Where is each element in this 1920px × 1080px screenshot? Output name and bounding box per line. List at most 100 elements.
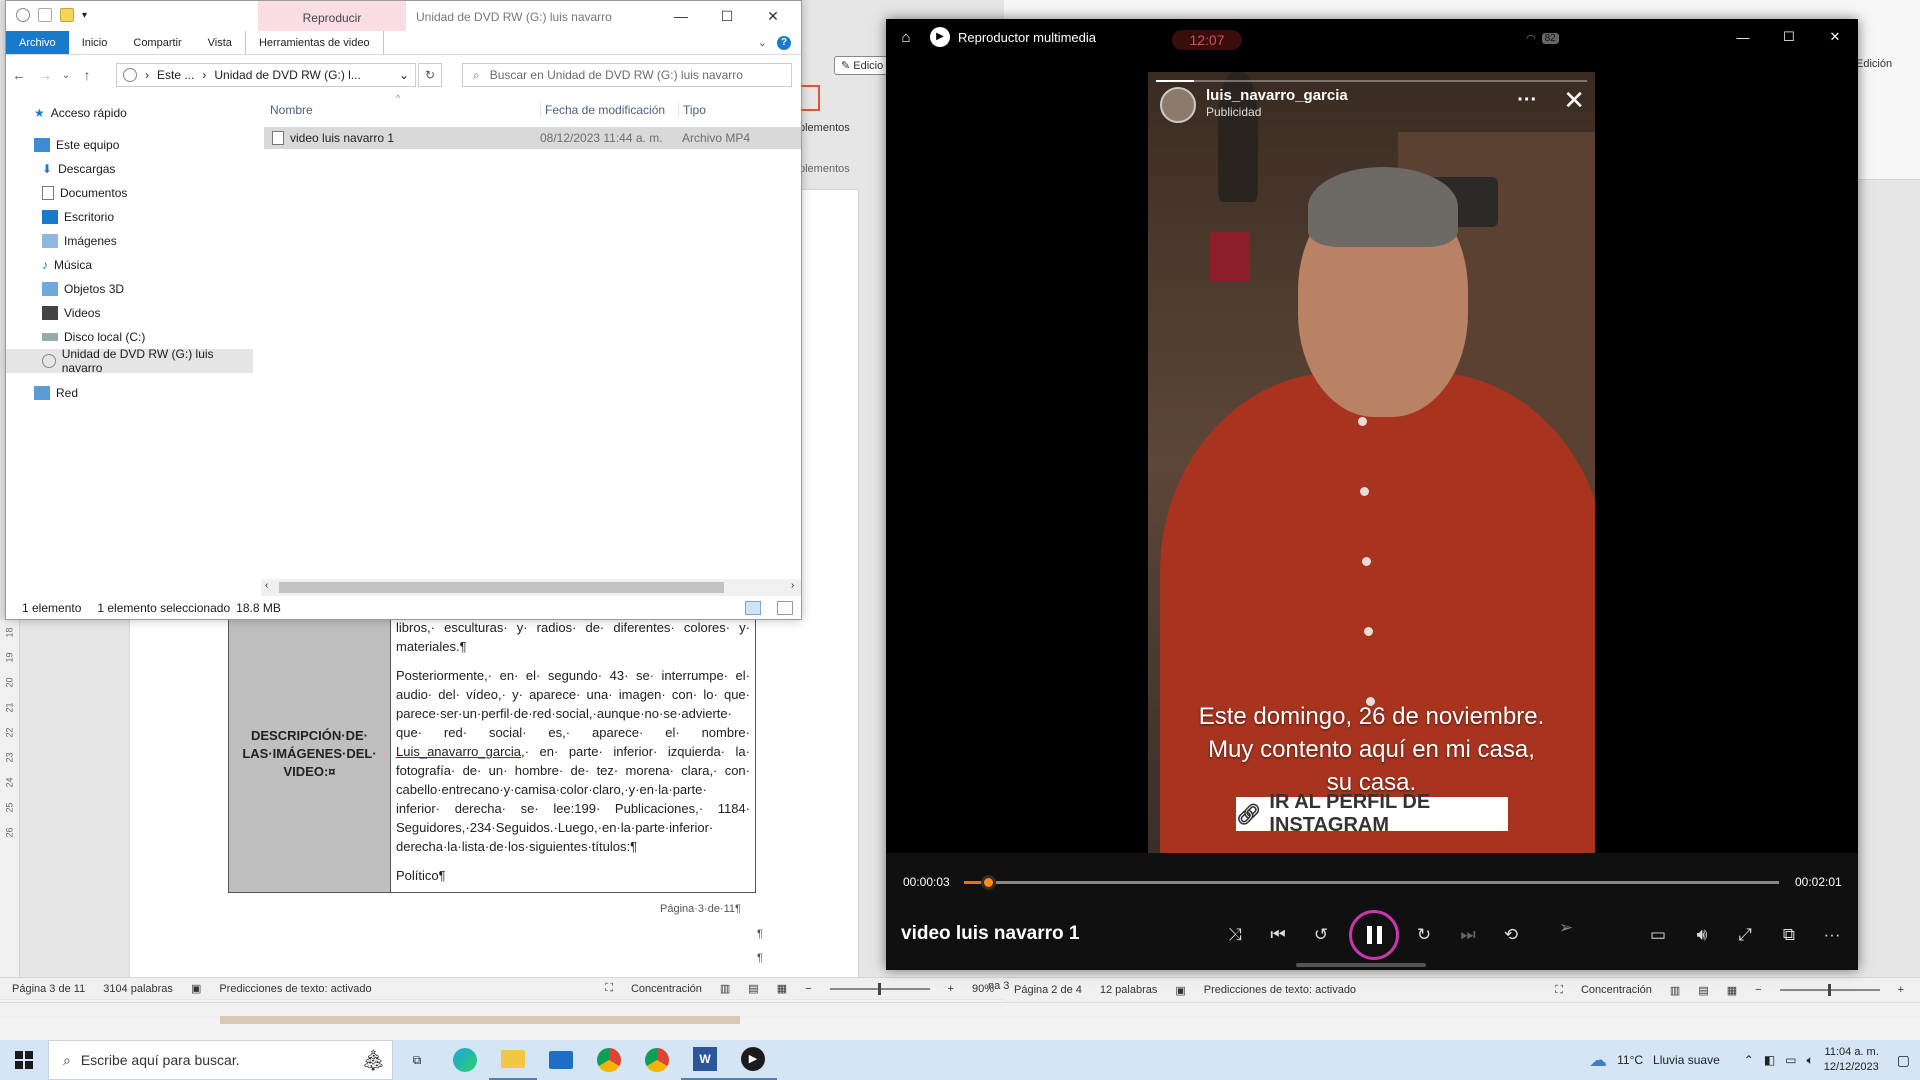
chrome-profile-icon[interactable] [633, 1040, 681, 1080]
text-predictions[interactable]: Predicciones de texto: activado [1204, 984, 1356, 996]
fullscreen-icon[interactable]: ⤢ [1729, 919, 1761, 951]
proofing-icon[interactable]: ▣ [191, 982, 201, 995]
paragraph[interactable]: Político¶ [396, 866, 750, 885]
tab-archivo[interactable]: Archivo [6, 31, 69, 54]
file-list-scrollbar[interactable]: ‹ › [261, 579, 801, 596]
task-view-icon[interactable]: ⧉ [393, 1040, 441, 1080]
text-predictions[interactable]: Predicciones de texto: activado [219, 983, 371, 995]
breadcrumb-this-pc[interactable]: Este ... [157, 68, 194, 82]
nav-dvd-drive[interactable]: Unidad de DVD RW (G:) luis navarro [6, 347, 253, 375]
tab-inicio[interactable]: Inicio [69, 31, 121, 54]
address-dropdown-icon[interactable]: ⌄ [399, 68, 415, 82]
minimize-button[interactable]: — [658, 1, 704, 31]
next-icon[interactable]: ⏭ [1452, 919, 1484, 951]
skip-back-10-icon[interactable]: ↺ [1305, 919, 1337, 951]
maximize-button[interactable]: ☐ [1766, 29, 1812, 45]
details-view-icon[interactable] [745, 601, 761, 615]
tab-vista[interactable]: Vista [195, 31, 245, 54]
focus-mode[interactable]: Concentración [1581, 984, 1652, 996]
nav-descargas[interactable]: ⬇ Descargas [6, 157, 253, 181]
media-player-window[interactable]: ⌂ ▶ Reproductor multimedia — ☐ ✕ 12:07 ◠… [886, 19, 1858, 970]
scroll-left-icon[interactable]: ‹ [265, 580, 268, 591]
recent-locations-icon[interactable]: ⌄ [58, 70, 74, 81]
taskbar-search[interactable]: ⌕ Escribe aquí para buscar. 🎄︎ [48, 1040, 393, 1080]
print-layout-icon[interactable]: ▤ [1698, 984, 1708, 997]
scrollbar-thumb[interactable] [279, 582, 724, 593]
paragraph[interactable]: Posteriormente,· en· el· segundo· 43· se… [396, 666, 750, 856]
page-count[interactable]: Página 3 de 11 [12, 983, 85, 995]
page-count[interactable]: Página 2 de 4 [1014, 984, 1082, 996]
word-count[interactable]: 12 palabras [1100, 984, 1158, 996]
previous-icon[interactable]: ⏮ [1262, 919, 1294, 951]
web-layout-icon[interactable]: ▦ [777, 982, 787, 995]
home-icon[interactable]: ⌂ [886, 29, 926, 46]
back-arrow-icon[interactable]: ← [6, 67, 32, 83]
focus-mode[interactable]: Concentración [631, 983, 702, 995]
nav-network[interactable]: Red [6, 381, 253, 405]
zoom-in-button[interactable]: + [1898, 984, 1904, 996]
column-name[interactable]: Nombre [270, 103, 313, 117]
nav-escritorio[interactable]: Escritorio [6, 205, 253, 229]
focus-icon[interactable]: ⛶ [1555, 984, 1563, 997]
column-date[interactable]: Fecha de modificación [540, 103, 665, 117]
paragraph[interactable]: libros,· esculturas· y· radios· de· dife… [396, 618, 750, 656]
zoom-in-button[interactable]: + [948, 983, 954, 995]
zoom-out-button[interactable]: − [805, 983, 811, 995]
taskbar-clock[interactable]: 11:04 a. m. 12/12/2023 [1824, 1045, 1879, 1075]
weather-desc[interactable]: Lluvia suave [1653, 1053, 1720, 1067]
word-icon[interactable]: W [681, 1040, 729, 1080]
context-tab-play[interactable]: Reproducir [258, 1, 406, 31]
maximize-button[interactable]: ☐ [704, 1, 750, 31]
nav-quick-access[interactable]: ★ Acceso rápido [6, 101, 253, 125]
skip-forward-30-icon[interactable]: ↻ [1408, 919, 1440, 951]
zoom-out-button[interactable]: − [1755, 984, 1761, 996]
nav-imagenes[interactable]: Imágenes [6, 229, 253, 253]
proofing-icon[interactable]: ▣ [1175, 984, 1185, 997]
mini-player-icon[interactable]: ⧉ [1773, 919, 1805, 951]
video-frame[interactable]: luis_navarro_garcia Publicidad ··· ✕ Est… [1148, 72, 1595, 853]
pause-button[interactable] [1349, 910, 1399, 960]
notifications-icon[interactable]: ▢ [1897, 1052, 1910, 1069]
nav-this-pc[interactable]: Este equipo [6, 133, 253, 157]
table-content-cell[interactable]: libros,· esculturas· y· radios· de· dife… [391, 616, 755, 892]
mail-icon[interactable] [537, 1040, 585, 1080]
word-count[interactable]: 3104 palabras [103, 983, 173, 995]
weather-icon[interactable]: ☁ [1589, 1050, 1607, 1071]
player-title-bar[interactable]: ⌂ ▶ Reproductor multimedia — ☐ ✕ [886, 19, 1858, 55]
subtitles-icon[interactable]: ▭ [1642, 919, 1674, 951]
repeat-icon[interactable]: ⟲ [1495, 919, 1527, 951]
column-type[interactable]: Tipo [678, 103, 706, 117]
more-icon[interactable]: ··· [1816, 919, 1848, 951]
large-icons-view-icon[interactable] [777, 601, 793, 615]
read-mode-icon[interactable]: ▥ [720, 982, 730, 995]
expand-ribbon-icon[interactable]: ⌄ [758, 36, 767, 49]
scroll-right-icon[interactable]: › [791, 580, 794, 591]
close-button[interactable]: ✕ [1812, 29, 1858, 45]
shuffle-icon[interactable]: ⤨ [1219, 919, 1251, 951]
nav-documentos[interactable]: Documentos [6, 181, 253, 205]
description-table[interactable]: DESCRIPCIÓN·DE· LAS·IMÁGENES·DEL· VIDEO:… [228, 615, 756, 893]
nav-videos[interactable]: Videos [6, 301, 253, 325]
nav-musica[interactable]: ♪ Música [6, 253, 253, 277]
web-layout-icon[interactable]: ▦ [1727, 984, 1737, 997]
zoom-slider[interactable] [829, 982, 930, 995]
customize-toolbar-icon[interactable]: ▾ [82, 10, 87, 21]
edit-button[interactable]: ✎ Edicio [834, 56, 891, 75]
forward-arrow-icon[interactable]: → [32, 67, 58, 83]
weather-temp[interactable]: 11°C [1617, 1053, 1643, 1067]
print-layout-icon[interactable]: ▤ [748, 982, 758, 995]
file-row[interactable]: video luis navarro 1 08/12/2023 11:44 a.… [264, 127, 801, 149]
tab-compartir[interactable]: Compartir [120, 31, 194, 54]
tab-herramientas-video[interactable]: Herramientas de video [244, 31, 384, 54]
focus-icon[interactable]: ⛶ [605, 982, 613, 995]
breadcrumb-dvd-drive[interactable]: Unidad de DVD RW (G:) l... [214, 68, 360, 82]
volume-icon[interactable]: 🔈︎ [1807, 1053, 1814, 1068]
seek-knob[interactable] [981, 875, 997, 890]
edge-icon[interactable] [441, 1040, 489, 1080]
up-arrow-icon[interactable]: ↑ [74, 67, 100, 83]
read-mode-icon[interactable]: ▥ [1670, 984, 1680, 997]
zoom-slider[interactable] [1779, 984, 1880, 996]
file-explorer-window[interactable]: ▾ Reproducir Unidad de DVD RW (G:) luis … [5, 0, 802, 620]
help-icon[interactable]: ? [777, 35, 791, 50]
chrome-icon[interactable] [585, 1040, 633, 1080]
